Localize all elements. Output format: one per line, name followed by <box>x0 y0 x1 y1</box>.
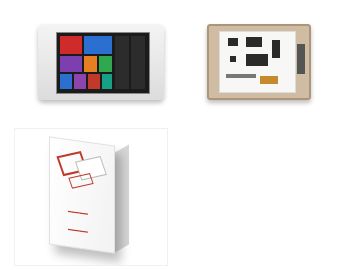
display-module-image <box>38 24 164 100</box>
circuit-board <box>219 31 296 93</box>
box-illustration-icon <box>56 150 107 189</box>
product-thumbnail-back[interactable] <box>180 8 334 108</box>
display-screen <box>56 32 150 94</box>
box-label-red: ▬▬▬▬▬ <box>68 208 88 216</box>
box-label-brand: ▬▬▬▬▬ <box>68 226 88 234</box>
box-front: ▬▬▬▬▬ ▬▬▬▬▬ <box>49 136 115 254</box>
display-back-image <box>207 24 311 100</box>
box-side <box>113 144 129 254</box>
retail-box-image: ▬▬▬▬▬ ▬▬▬▬▬ <box>45 136 135 257</box>
product-thumbnail-box[interactable]: ▬▬▬▬▬ ▬▬▬▬▬ <box>14 128 168 266</box>
product-thumbnail-front[interactable] <box>14 8 168 108</box>
